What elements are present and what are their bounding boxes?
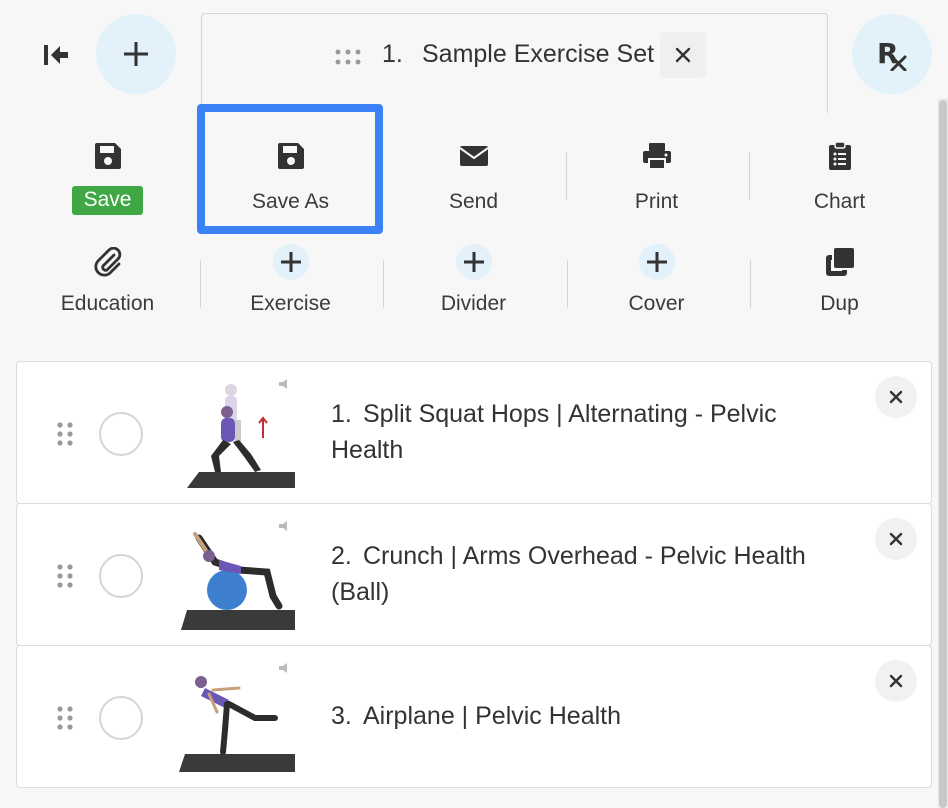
rx-icon: R: [877, 37, 907, 71]
exercise-title[interactable]: Split Squat Hops | Alternating - Pelvic …: [331, 396, 851, 468]
remove-exercise-button[interactable]: [875, 518, 917, 560]
remove-exercise-button[interactable]: [875, 660, 917, 702]
collapse-panel-button[interactable]: [36, 38, 76, 72]
exercise-thumbnail-airplane[interactable]: [179, 660, 295, 772]
close-icon: [889, 390, 903, 404]
plus-icon: [272, 244, 309, 280]
select-radio[interactable]: [99, 696, 143, 740]
add-divider-button[interactable]: Divider: [382, 232, 565, 332]
plus-icon: [124, 42, 148, 66]
plus-icon: [638, 244, 675, 280]
print-button[interactable]: Print: [565, 118, 748, 218]
top-bar: 1. Sample Exercise Set R: [0, 0, 948, 113]
add-set-button[interactable]: [96, 14, 176, 94]
education-button[interactable]: Education: [16, 232, 199, 332]
select-radio[interactable]: [99, 412, 143, 456]
set-tab-title[interactable]: Sample Exercise Set: [422, 40, 654, 69]
chart-label: Chart: [813, 190, 866, 213]
exercise-card[interactable]: 2. Crunch | Arms Overhead - Pelvic Healt…: [16, 503, 932, 646]
select-radio[interactable]: [99, 554, 143, 598]
cover-label: Cover: [628, 292, 685, 315]
exercise-thumbnail-lunge[interactable]: [179, 376, 295, 488]
save-as-label: Save As: [251, 190, 330, 213]
close-icon: [675, 47, 691, 63]
exercise-thumbnail-ball-crunch[interactable]: [179, 518, 295, 630]
drag-handle-icon[interactable]: [57, 422, 73, 446]
exercise-title[interactable]: Crunch | Arms Overhead - Pelvic Health (…: [331, 538, 851, 610]
duplicate-button[interactable]: Dup: [748, 232, 931, 332]
exercise-set-tab[interactable]: 1. Sample Exercise Set: [201, 13, 828, 113]
dup-label: Dup: [820, 292, 859, 315]
drag-handle-icon[interactable]: [57, 564, 73, 588]
set-tab-number: 1.: [382, 40, 403, 68]
exercise-title[interactable]: Airplane | Pelvic Health: [331, 698, 851, 734]
paperclip-icon: [93, 247, 121, 277]
send-label: Send: [448, 190, 499, 213]
floppy-disk-icon: [277, 143, 304, 169]
remove-exercise-button[interactable]: [875, 376, 917, 418]
drag-handle-icon[interactable]: [57, 706, 73, 730]
send-button[interactable]: Send: [382, 118, 565, 218]
save-as-button[interactable]: Save As: [199, 118, 382, 218]
toolbar-row-2: Education Exercise Divider Cover Dup: [16, 232, 932, 332]
duplicate-icon: [825, 248, 854, 276]
close-set-tab-button[interactable]: [660, 32, 706, 78]
close-icon: [889, 674, 903, 688]
chart-button[interactable]: Chart: [748, 118, 931, 218]
envelope-icon: [458, 146, 489, 166]
prescription-button[interactable]: R: [852, 14, 932, 94]
scrollbar-thumb[interactable]: [939, 100, 947, 808]
exercise-card[interactable]: 3. Airplane | Pelvic Health: [16, 645, 932, 788]
save-button[interactable]: Save: [16, 118, 199, 218]
plus-icon: [455, 244, 492, 280]
exercise-label: Exercise: [250, 292, 331, 315]
add-exercise-button[interactable]: Exercise: [199, 232, 382, 332]
close-icon: [889, 532, 903, 546]
toolbar-row-1: Save Save As Send Print Chart: [16, 118, 932, 218]
floppy-disk-icon: [94, 143, 121, 169]
collapse-left-icon: [44, 45, 68, 65]
exercise-card[interactable]: 1. Split Squat Hops | Alternating - Pelv…: [16, 361, 932, 504]
save-badge: Save: [71, 186, 144, 215]
printer-icon: [642, 143, 671, 170]
clipboard-list-icon: [828, 141, 851, 170]
drag-handle-icon[interactable]: [335, 49, 361, 65]
divider-label: Divider: [440, 292, 507, 315]
add-cover-button[interactable]: Cover: [565, 232, 748, 332]
education-label: Education: [60, 292, 155, 315]
print-label: Print: [634, 190, 679, 213]
